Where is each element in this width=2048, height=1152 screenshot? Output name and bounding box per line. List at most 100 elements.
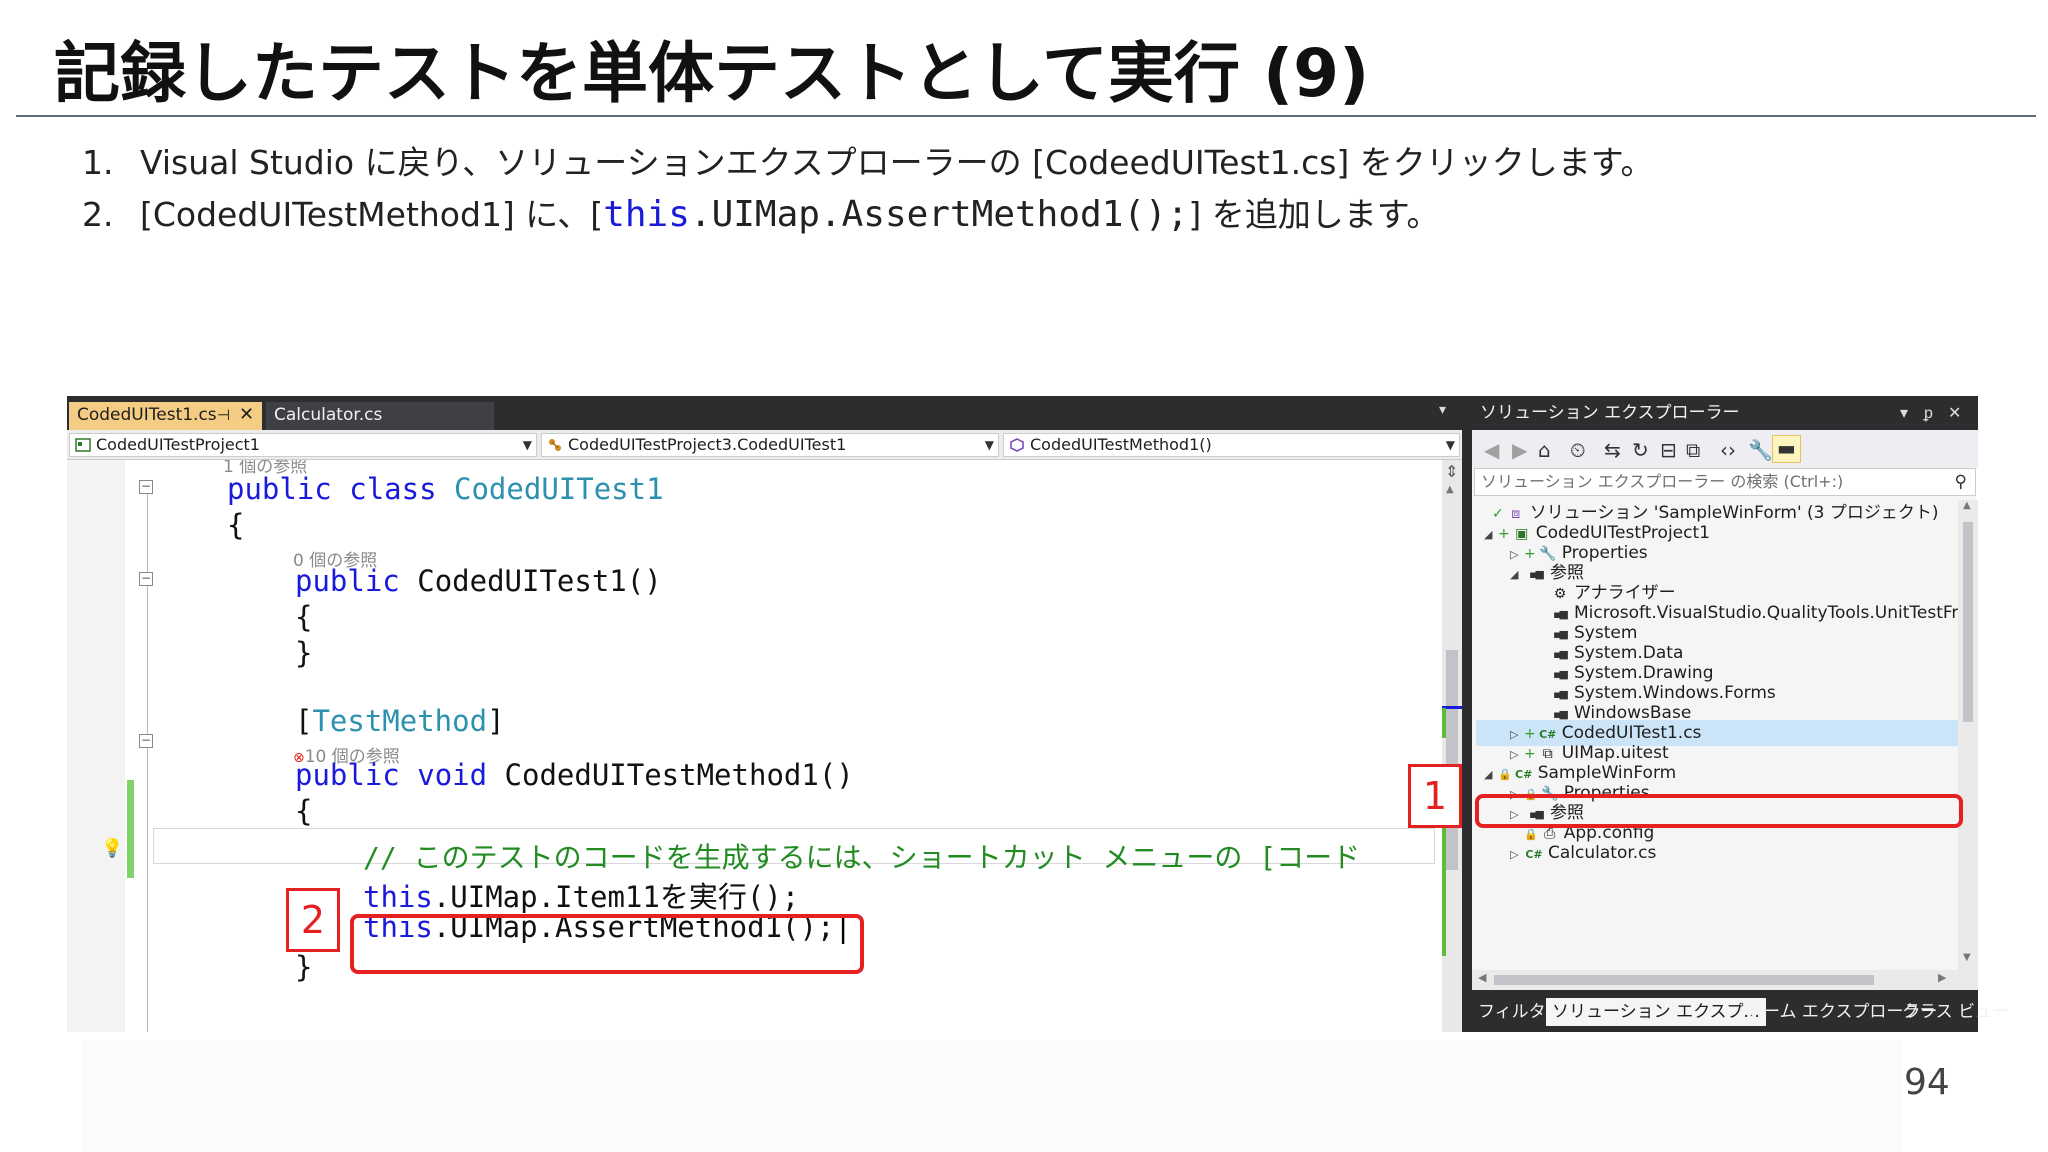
ctor-name: CodedUITest1() <box>417 564 662 598</box>
view-code-icon[interactable]: ‹› <box>1720 438 1736 462</box>
step-code-keyword: this <box>603 194 690 235</box>
keyword: public <box>227 472 332 506</box>
editor-vertical-scrollbar[interactable]: ⇕ ▲ <box>1442 460 1462 1032</box>
search-placeholder: ソリューション エクスプローラー の検索 (Ctrl+:) <box>1481 472 1844 491</box>
callout-2: 2 <box>286 888 340 952</box>
slide: 記録したテストを単体テストとして実行 (9) 1. Visual Studio に… <box>0 0 2048 1152</box>
tree-item-calculator-cs[interactable]: ▷ C# Calculator.cs <box>1510 840 1656 866</box>
project-combo[interactable]: CodedUITestProject1 ▼ <box>69 433 537 457</box>
keyword: public <box>295 758 400 792</box>
solution-tree: ✓ ⧈ ソリューション 'SampleWinForm' (3 プロジェクト) ◢ + ▣… <box>1472 500 1958 970</box>
split-icon[interactable]: ⇕ <box>1445 462 1458 481</box>
chevron-down-icon[interactable]: ▼ <box>985 434 994 456</box>
expand-icon[interactable]: ◢ <box>1484 762 1498 788</box>
step-text: Visual Studio に戻り、ソリューションエクスプローラーの [Code… <box>140 143 1654 182</box>
tab-codeduitest1-cs[interactable]: CodedUITest1.cs ⊣ ✕ <box>69 402 262 430</box>
scroll-up-icon[interactable]: ▲ <box>1446 484 1454 495</box>
code-line-ctor: public CodedUITest1() <box>295 564 662 598</box>
collapse-toggle[interactable]: − <box>139 480 153 494</box>
slide-footer <box>82 1040 1902 1152</box>
scroll-up-icon[interactable]: ▲ <box>1963 500 1971 511</box>
callout-1: 1 <box>1408 764 1462 828</box>
close-tab-icon[interactable]: ✕ <box>239 402 254 428</box>
solution-explorer-search[interactable]: ソリューション エクスプローラー の検索 (Ctrl+:) ⚲ <box>1474 468 1976 496</box>
solution-explorer-panel: ソリューション エクスプローラー ▾ ᵱ ✕ ◀ ▶ ⌂ ⏲ ⇆ ↻ ⊟ ⧉ ‹… <box>1470 396 2009 1032</box>
status-icon: + <box>1498 526 1510 542</box>
preview-selected-icon[interactable]: ▬ <box>1772 435 1801 463</box>
class-icon <box>549 439 561 451</box>
method-name: CodedUITestMethod1() <box>504 758 854 792</box>
history-icon[interactable]: ⏲ <box>1570 438 1586 462</box>
references-icon: ▪■ <box>1529 568 1545 581</box>
step-1: 1. Visual Studio に戻り、ソリューションエクスプローラーの [Co… <box>82 138 1654 190</box>
tab-class-view[interactable]: クラス ビュー <box>1896 998 2015 1026</box>
expand-icon[interactable]: ▷ <box>1510 842 1524 868</box>
close-icon[interactable]: ✕ <box>1948 396 1961 430</box>
collapse-toggle[interactable]: − <box>139 572 153 586</box>
scroll-right-icon[interactable]: ▶ <box>1938 971 1946 984</box>
editor-gutter <box>67 460 125 1032</box>
expand-icon[interactable]: ◢ <box>1484 522 1498 548</box>
code-line-brace: } <box>295 950 313 984</box>
code-line-brace: { <box>295 600 313 634</box>
method-icon <box>1010 438 1024 452</box>
dropdown-icon[interactable]: ▾ <box>1900 396 1908 430</box>
home-icon[interactable]: ⌂ <box>1538 438 1551 462</box>
pin-icon[interactable]: ᵱ <box>1924 396 1933 430</box>
changed-line-marker <box>127 846 134 878</box>
solution-explorer-toolbar: ◀ ▶ ⌂ ⏲ ⇆ ↻ ⊟ ⧉ ‹› 🔧 ▬ <box>1472 430 1978 468</box>
refresh-icon[interactable]: ↻ <box>1632 438 1649 462</box>
tab-label: CodedUITest1.cs <box>77 405 217 425</box>
scrollbar-thumb[interactable] <box>1446 650 1458 870</box>
member-combo[interactable]: CodedUITestMethod1() ▼ <box>1003 433 1460 457</box>
tab-solution-explorer[interactable]: ソリューション エクスプ... <box>1546 998 1766 1026</box>
tree-horizontal-scrollbar[interactable]: ◀ ▶ <box>1472 970 1978 990</box>
keyword: this <box>363 880 433 914</box>
pin-icon[interactable]: ⊣ <box>217 402 230 428</box>
step-number: 2. <box>82 195 114 234</box>
type-name: CodedUITest1 <box>454 472 664 506</box>
title-divider <box>16 115 2036 117</box>
chevron-down-icon[interactable]: ▼ <box>523 434 532 456</box>
tabs-dropdown-icon[interactable]: ▾ <box>1439 402 1446 418</box>
csharp-file-icon: C# <box>1525 848 1543 861</box>
attribute-name: TestMethod <box>312 704 488 738</box>
sync-icon[interactable]: ⇆ <box>1604 438 1621 462</box>
instruction-list: 1. Visual Studio に戻り、ソリューションエクスプローラーの [Co… <box>82 138 1654 242</box>
class-combo[interactable]: CodedUITestProject3.CodedUITest1 ▼ <box>541 433 999 457</box>
scroll-left-icon[interactable]: ◀ <box>1478 971 1486 984</box>
chevron-down-icon[interactable]: ▼ <box>1446 434 1455 456</box>
project-icon <box>75 438 91 452</box>
project-combo-value: CodedUITestProject1 <box>96 435 260 454</box>
lightbulb-icon[interactable]: 💡 <box>101 838 123 859</box>
tab-calculator-cs[interactable]: Calculator.cs <box>266 402 494 430</box>
step-text-after: ] を追加します。 <box>1188 195 1440 234</box>
show-all-files-icon[interactable]: ⧉ <box>1686 438 1700 462</box>
step-text-before: [CodedUITestMethod1] に、[ <box>140 195 604 234</box>
page-number: 94 <box>1904 1062 1950 1103</box>
class-combo-value: CodedUITestProject3.CodedUITest1 <box>568 435 847 454</box>
tab-label: Calculator.cs <box>274 405 383 425</box>
tree-vertical-scrollbar[interactable]: ▲ ▼ <box>1958 500 1978 970</box>
code-line-method: public void CodedUITestMethod1() <box>295 758 854 792</box>
scroll-down-icon[interactable]: ▼ <box>1963 952 1971 963</box>
scrollbar-thumb[interactable] <box>1963 522 1973 722</box>
step-2: 2. [CodedUITestMethod1] に、[this.UIMap.Ass… <box>82 190 1654 242</box>
forward-icon[interactable]: ▶ <box>1512 438 1527 462</box>
scrollbar-thumb[interactable] <box>1494 975 1874 985</box>
step-code-rest: .UIMap.AssertMethod1(); <box>689 194 1189 235</box>
back-icon[interactable]: ◀ <box>1484 438 1499 462</box>
bracket: ] <box>487 704 505 738</box>
slide-title: 記録したテストを単体テストとして実行 (9) <box>54 35 1370 112</box>
search-icon[interactable]: ⚲ <box>1955 469 1967 495</box>
code-line-brace: } <box>295 636 313 670</box>
tree-label: Calculator.cs <box>1548 843 1657 863</box>
expand-icon[interactable]: ◢ <box>1510 562 1524 588</box>
change-marker <box>1442 708 1446 738</box>
editor-tab-strip: CodedUITest1.cs ⊣ ✕ Calculator.cs ▾ <box>67 396 1462 430</box>
keyword: public <box>295 564 400 598</box>
code-line-brace: { <box>295 794 313 828</box>
collapse-all-icon[interactable]: ⊟ <box>1660 438 1677 462</box>
collapse-toggle[interactable]: − <box>139 734 153 748</box>
properties-icon[interactable]: 🔧 <box>1748 438 1773 462</box>
